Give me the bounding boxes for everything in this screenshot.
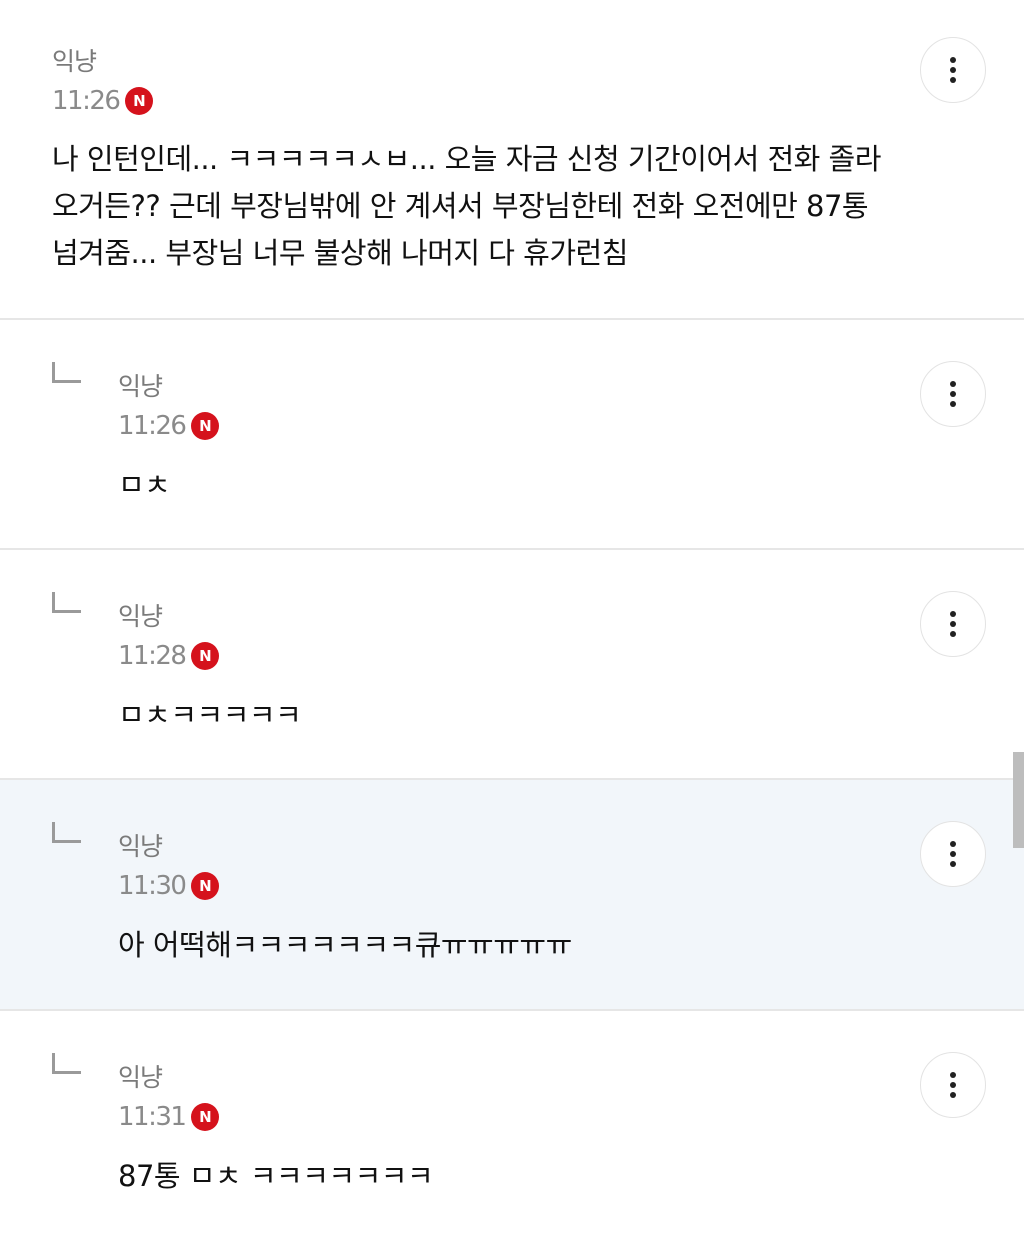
author-name[interactable]: 익냥 [118, 1058, 163, 1094]
reply-comment: 익냥 11:26 N ㅁㅊ [0, 320, 1024, 549]
more-options-button[interactable] [920, 591, 986, 657]
comment-body: 87통 ㅁㅊ ㅋㅋㅋㅋㅋㅋㅋ [118, 1159, 434, 1193]
comment-body: ㅁㅊ [118, 468, 171, 502]
body-line: 나 인턴인데... ㅋㅋㅋㅋㅋㅅㅂ... 오늘 자금 신청 기간이어서 전화 졸… [52, 142, 881, 176]
comment-meta: 11:30 N [118, 871, 220, 901]
comment-meta: 11:26 N [52, 86, 154, 116]
new-badge: N [191, 412, 220, 440]
author-name[interactable]: 익냥 [118, 597, 163, 633]
body-line: 오거든?? 근데 부장님밖에 안 계셔서 부장님한테 전화 오전에만 87통 [52, 189, 869, 223]
new-badge: N [191, 1103, 220, 1131]
more-vertical-icon [949, 380, 957, 408]
more-options-button[interactable] [920, 1052, 986, 1118]
more-vertical-icon [949, 610, 957, 638]
comment-meta: 11:28 N [118, 641, 220, 671]
new-badge: N [191, 642, 220, 670]
author-name[interactable]: 익냥 [118, 827, 163, 863]
timestamp: 11:26 [52, 86, 121, 116]
author-name[interactable]: 익냥 [52, 42, 97, 78]
comment-body: 아 어떡해ㅋㅋㅋㅋㅋㅋㅋ큐ㅠㅠㅠㅠㅠ [118, 928, 572, 962]
timestamp: 11:31 [118, 1102, 187, 1132]
scrollbar[interactable] [1013, 752, 1024, 848]
new-badge: N [125, 87, 154, 115]
comment-body: ㅁㅊㅋㅋㅋㅋㅋ [118, 698, 302, 732]
timestamp: 11:26 [118, 411, 187, 441]
reply-comment: 익냥 11:30 N 아 어떡해ㅋㅋㅋㅋㅋㅋㅋ큐ㅠㅠㅠㅠㅠ [0, 780, 1024, 1009]
comment-meta: 11:26 N [118, 411, 220, 441]
comment-post: 익냥 11:26 N 나 인턴인데... ㅋㅋㅋㅋㅋㅅㅂ... 오늘 자금 신청… [0, 0, 1024, 319]
comment-body: 나 인턴인데... ㅋㅋㅋㅋㅋㅅㅂ... 오늘 자금 신청 기간이어서 전화 졸… [52, 136, 881, 277]
new-badge: N [191, 872, 220, 900]
more-options-button[interactable] [920, 821, 986, 887]
more-options-button[interactable] [920, 361, 986, 427]
more-options-button[interactable] [920, 37, 986, 103]
more-vertical-icon [949, 1071, 957, 1099]
body-line: 넘겨줌... 부장님 너무 불상해 나머지 다 휴가런침 [52, 236, 628, 270]
reply-comment: 익냥 11:28 N ㅁㅊㅋㅋㅋㅋㅋ [0, 550, 1024, 779]
timestamp: 11:30 [118, 871, 187, 901]
more-vertical-icon [949, 56, 957, 84]
comment-meta: 11:31 N [118, 1102, 220, 1132]
timestamp: 11:28 [118, 641, 187, 671]
author-name[interactable]: 익냥 [118, 367, 163, 403]
reply-arrow-icon [52, 592, 81, 613]
reply-arrow-icon [52, 1053, 81, 1074]
reply-arrow-icon [52, 822, 81, 843]
reply-comment: 익냥 11:31 N 87통 ㅁㅊ ㅋㅋㅋㅋㅋㅋㅋ [0, 1011, 1024, 1237]
reply-arrow-icon [52, 362, 81, 383]
more-vertical-icon [949, 840, 957, 868]
